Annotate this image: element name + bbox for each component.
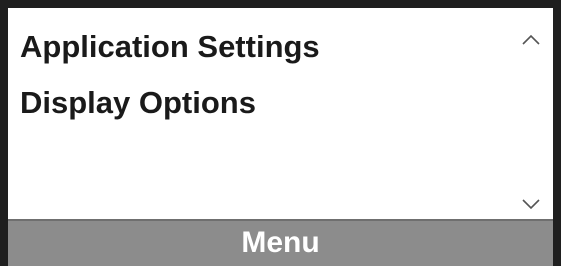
menu-list: Application Settings Display Options	[8, 8, 553, 219]
menu-item-application-settings[interactable]: Application Settings	[20, 29, 320, 65]
menu-softkey[interactable]: Menu	[8, 219, 553, 266]
chevron-down-icon-svg	[522, 199, 540, 210]
menu-softkey-label: Menu	[241, 226, 320, 259]
menu-item-display-options[interactable]: Display Options	[20, 85, 256, 121]
chevron-up-icon[interactable]	[521, 33, 541, 47]
device-screen: Application Settings Display Options Men…	[0, 0, 561, 266]
chevron-down-icon[interactable]	[521, 197, 541, 211]
chevron-up-icon-svg	[522, 34, 540, 45]
